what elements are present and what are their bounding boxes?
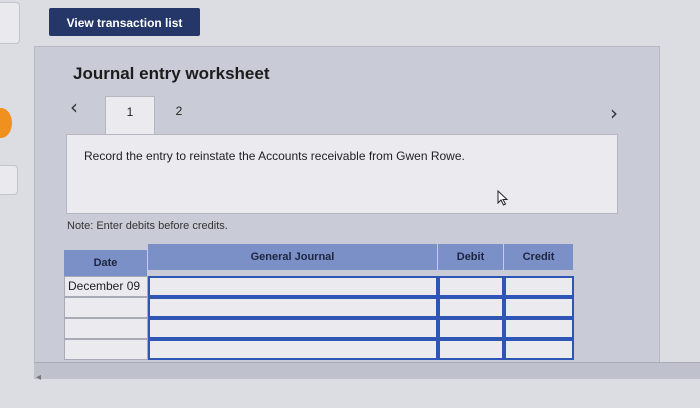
journal-table: Date General Journal Debit Credit Decemb…	[64, 244, 578, 364]
date-cell[interactable]	[64, 339, 148, 360]
chevron-left-icon[interactable]: ‹	[70, 95, 78, 119]
credit-input[interactable]	[504, 297, 574, 318]
table-row	[64, 318, 576, 339]
prompt-box	[66, 134, 618, 214]
credit-input[interactable]	[504, 276, 574, 297]
column-header-date: Date	[64, 250, 148, 276]
table-row	[64, 339, 576, 360]
column-header-credit: Credit	[504, 244, 574, 270]
debit-input[interactable]	[438, 297, 504, 318]
table-row: December 09	[64, 276, 576, 297]
tab-1[interactable]: 1	[105, 96, 155, 135]
column-header-general-journal: General Journal	[148, 244, 438, 270]
account-input[interactable]	[148, 339, 438, 360]
horizontal-scrollbar[interactable]	[34, 362, 700, 379]
debit-input[interactable]	[438, 318, 504, 339]
tab-2[interactable]: 2	[155, 96, 203, 134]
account-input[interactable]	[148, 276, 438, 297]
entry-prompt: Record the entry to reinstate the Accoun…	[84, 149, 465, 163]
table-row	[64, 297, 576, 318]
column-header-debit: Debit	[438, 244, 504, 270]
debit-credit-note: Note: Enter debits before credits.	[67, 220, 228, 232]
worksheet-title: Journal entry worksheet	[73, 64, 270, 83]
account-input[interactable]	[148, 297, 438, 318]
date-cell[interactable]: December 09	[64, 276, 148, 297]
scroll-left-icon[interactable]: ◂	[36, 372, 41, 383]
date-cell[interactable]	[64, 297, 148, 318]
debit-input[interactable]	[438, 276, 504, 297]
partial-ui-element	[0, 2, 20, 44]
debit-input[interactable]	[438, 339, 504, 360]
view-transaction-list-button[interactable]: View transaction list	[49, 8, 200, 36]
date-cell[interactable]	[64, 318, 148, 339]
partial-ui-element	[0, 165, 18, 195]
credit-input[interactable]	[504, 339, 574, 360]
orange-indicator	[0, 108, 12, 138]
chevron-right-icon[interactable]: ›	[610, 101, 618, 125]
mouse-pointer-icon	[497, 190, 509, 206]
credit-input[interactable]	[504, 318, 574, 339]
account-input[interactable]	[148, 318, 438, 339]
